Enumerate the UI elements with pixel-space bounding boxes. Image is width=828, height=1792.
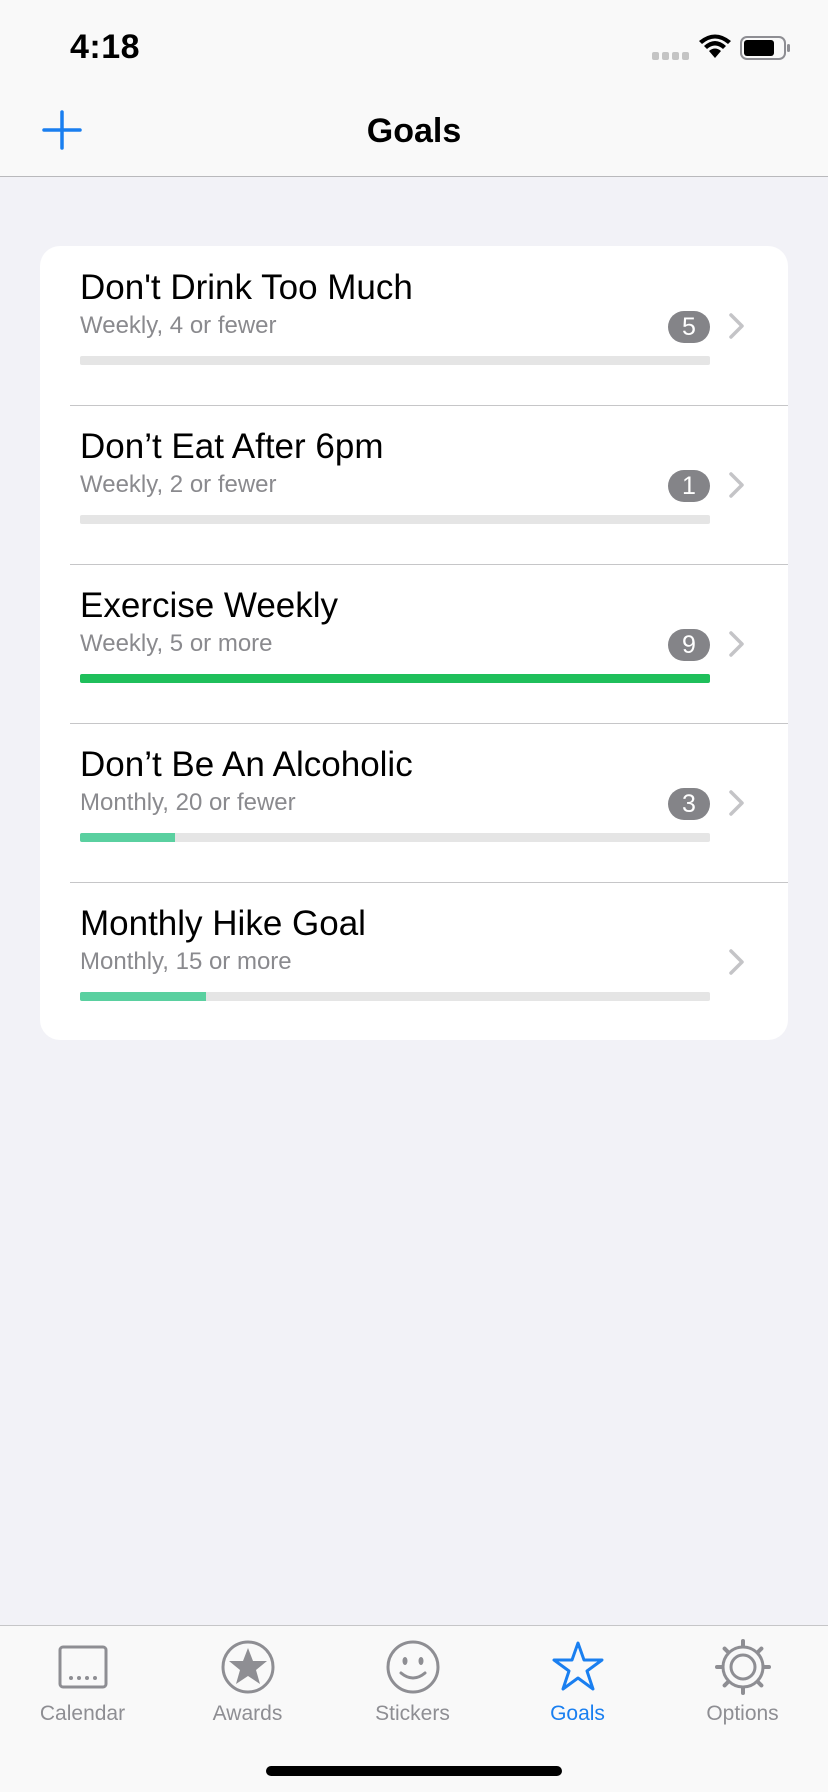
gear-icon: [714, 1639, 771, 1695]
chevron-right-icon: [729, 472, 744, 498]
navigation-bar: Goals: [0, 92, 828, 177]
goal-row[interactable]: Exercise Weekly Weekly, 5 or more 9: [40, 564, 788, 723]
chevron-right-icon: [729, 313, 744, 339]
chevron-right-icon: [729, 949, 744, 975]
goal-title: Monthly Hike Goal: [80, 904, 366, 943]
tab-goals[interactable]: Goals: [495, 1626, 660, 1736]
tab-label: Calendar: [39, 1702, 126, 1725]
goal-title: Don't Drink Too Much: [80, 268, 413, 307]
goal-count-badge: 3: [668, 788, 710, 820]
goal-progress-bar: [80, 515, 710, 524]
goal-row[interactable]: Don’t Be An Alcoholic Monthly, 20 or fewe…: [40, 723, 788, 882]
goal-progress-fill: [80, 674, 710, 683]
goal-count-badge: 5: [668, 311, 710, 343]
calendar-icon: [58, 1645, 107, 1689]
goal-row[interactable]: Monthly Hike Goal Monthly, 15 or more: [40, 882, 788, 1040]
goal-title: Don’t Be An Alcoholic: [80, 745, 413, 784]
goal-subtitle: Monthly, 15 or more: [80, 948, 292, 975]
goals-list: Don't Drink Too Much Weekly, 4 or fewer 5 D…: [40, 246, 788, 1040]
chevron-right-icon: [729, 790, 744, 816]
goal-progress-bar: [80, 833, 710, 842]
wifi-icon: [699, 34, 731, 58]
tab-options[interactable]: Options: [660, 1626, 825, 1736]
cellular-signal-icon: [652, 52, 692, 62]
goals-screen: 4:18 Goals Don't Drink Too Much Weekly, 4…: [0, 0, 828, 1792]
goal-row[interactable]: Don’t Eat After 6pm Weekly, 2 or fewer 1: [40, 405, 788, 564]
battery-icon: [740, 36, 790, 60]
page-title: Goals: [366, 112, 462, 150]
goal-subtitle: Monthly, 20 or fewer: [80, 789, 296, 816]
award-star-icon: [221, 1640, 274, 1694]
goal-progress-fill: [80, 833, 175, 842]
tab-label: Goals: [550, 1702, 605, 1725]
goal-progress-bar: [80, 356, 710, 365]
goal-subtitle: Weekly, 2 or fewer: [80, 471, 277, 498]
tab-label: Awards: [212, 1702, 283, 1725]
status-time: 4:18: [70, 28, 141, 66]
tab-stickers[interactable]: Stickers: [330, 1626, 495, 1736]
tab-awards[interactable]: Awards: [165, 1626, 330, 1736]
tab-label: Options: [706, 1702, 779, 1725]
goal-title: Don’t Eat After 6pm: [80, 427, 384, 466]
status-bar: 4:18: [0, 0, 828, 92]
star-outline-icon: [552, 1641, 603, 1691]
goal-subtitle: Weekly, 4 or fewer: [80, 312, 277, 339]
goal-count-badge: 1: [668, 470, 710, 502]
goal-progress-fill: [80, 992, 206, 1001]
goal-title: Exercise Weekly: [80, 586, 339, 625]
goal-progress-bar: [80, 992, 710, 1001]
home-indicator[interactable]: [266, 1766, 562, 1776]
goal-row[interactable]: Don't Drink Too Much Weekly, 4 or fewer 5: [40, 246, 788, 405]
smiley-icon: [386, 1640, 439, 1694]
goal-count-badge: 9: [668, 629, 710, 661]
goal-progress-bar: [80, 674, 710, 683]
goal-subtitle: Weekly, 5 or more: [80, 630, 273, 657]
tab-label: Stickers: [375, 1702, 450, 1725]
tab-calendar[interactable]: Calendar: [0, 1626, 165, 1736]
chevron-right-icon: [729, 631, 744, 657]
